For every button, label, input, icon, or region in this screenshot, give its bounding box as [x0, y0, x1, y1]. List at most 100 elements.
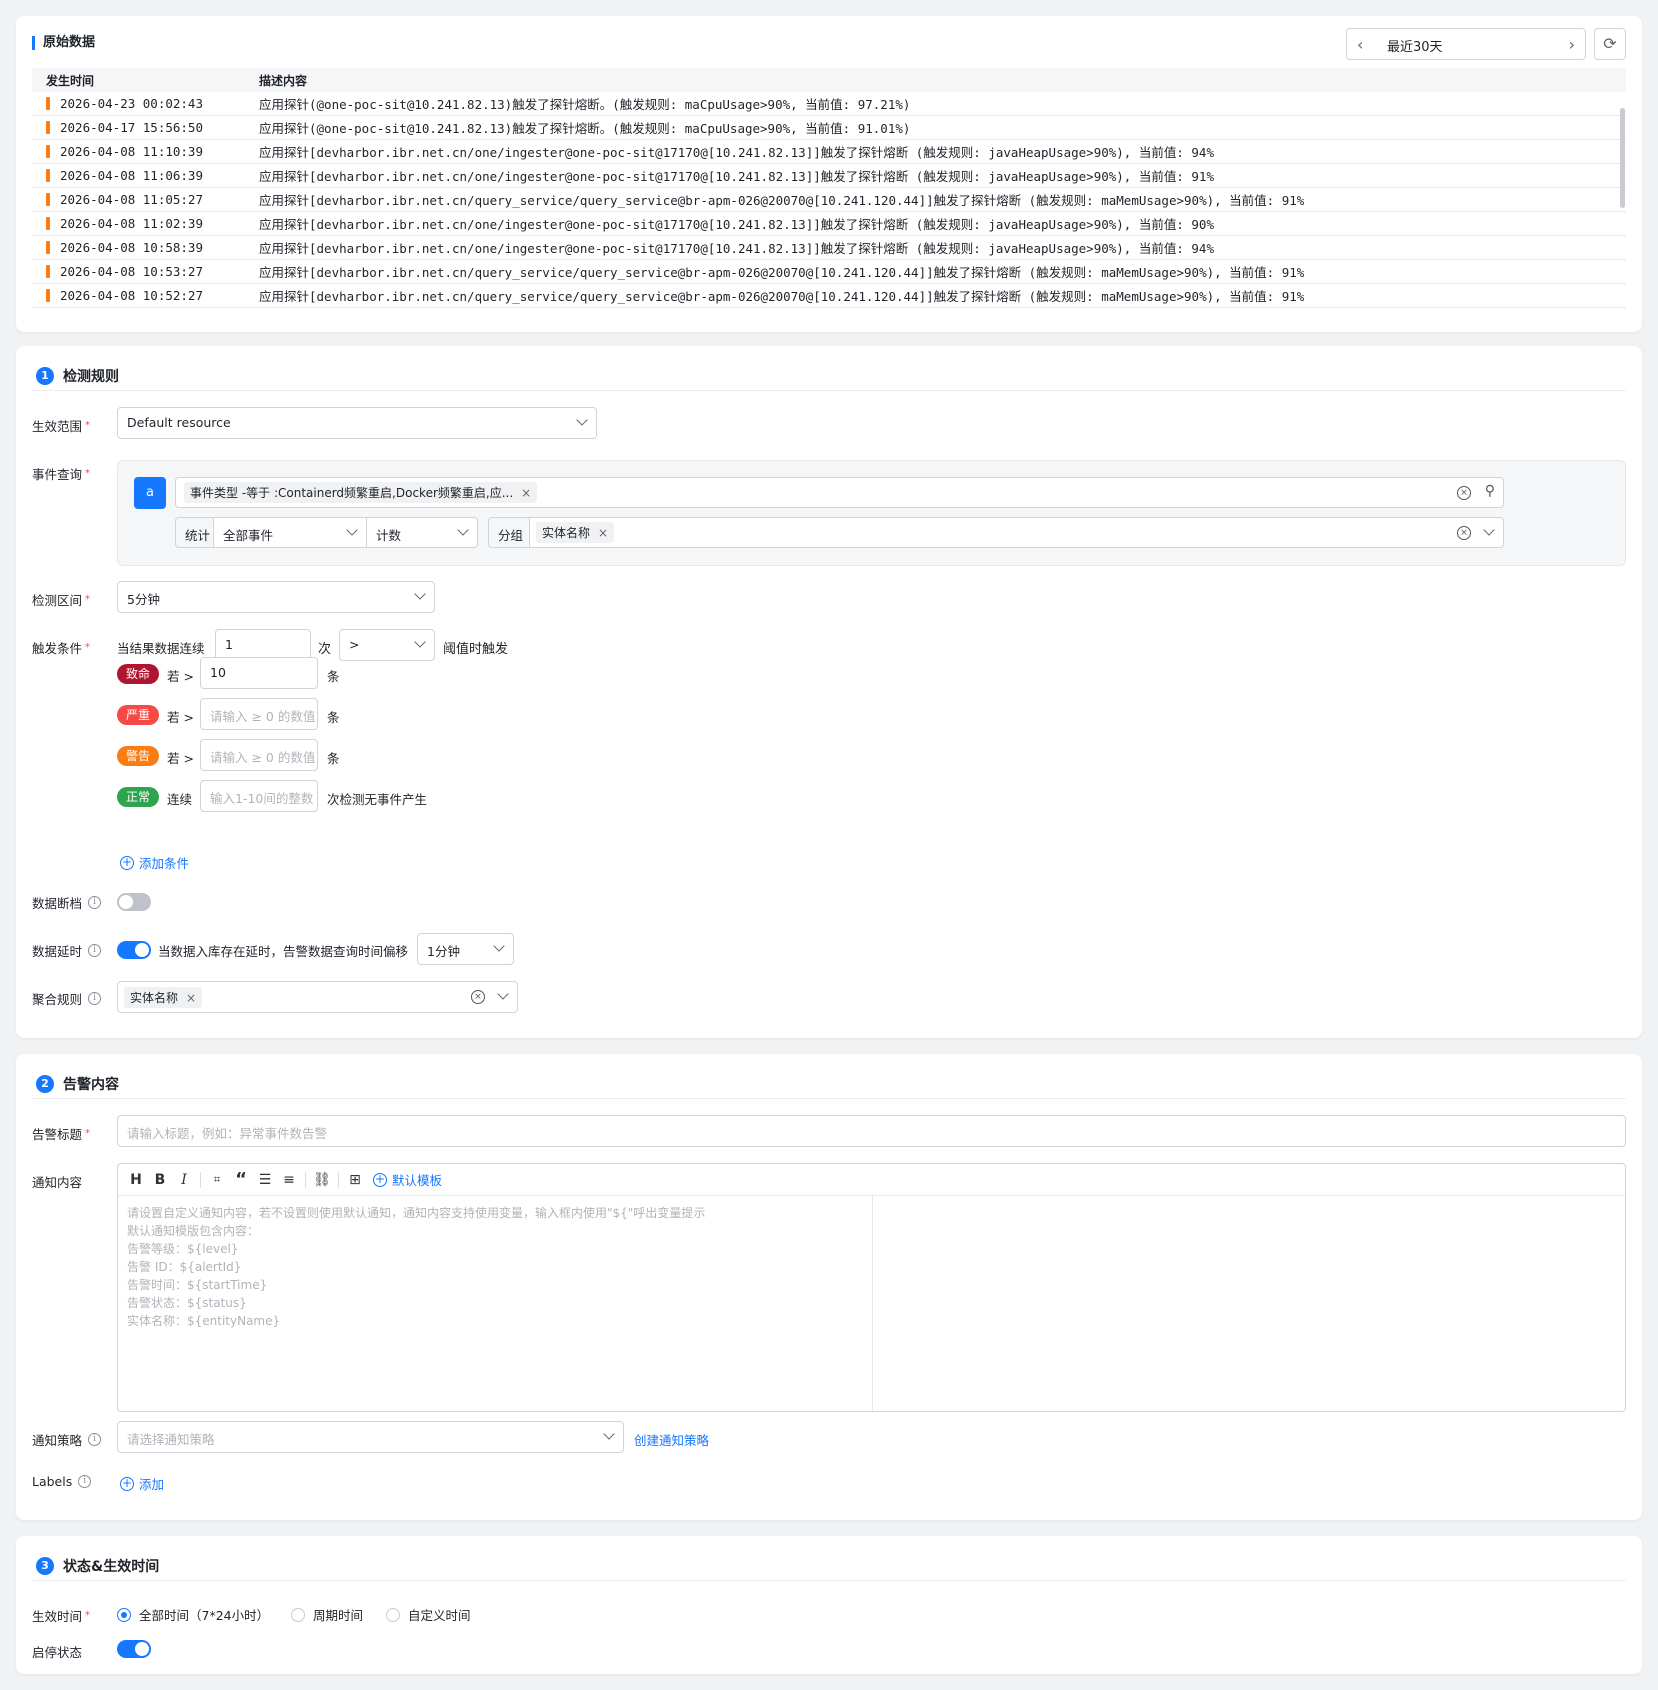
remove-tag-icon[interactable]: ×: [521, 486, 531, 500]
time-value: 2026-04-08 11:06:39: [60, 168, 203, 183]
default-template-button[interactable]: + 默认模板: [373, 1170, 442, 1189]
search-icon[interactable]: ⚲: [1485, 483, 1495, 499]
row-marker: [46, 193, 50, 206]
gap-toggle[interactable]: [117, 893, 151, 911]
query-letter[interactable]: a: [134, 477, 166, 509]
chevron-down-icon: [414, 588, 426, 600]
scope-value: Default resource: [127, 415, 231, 430]
time-value: 2026-04-08 10:53:27: [60, 264, 203, 279]
interval-select[interactable]: 5分钟: [117, 581, 435, 613]
chevron-right-icon[interactable]: ›: [1569, 35, 1575, 54]
radio-icon[interactable]: [291, 1607, 305, 1622]
trigger-suffix: 阈值时触发: [443, 642, 509, 657]
alert-title-input[interactable]: 请输入标题，例如：异常事件数告警: [117, 1115, 1626, 1147]
table-row[interactable]: 2026-04-17 15:56:50 应用探针(@one-poc-sit@10.…: [32, 116, 1626, 140]
table-row[interactable]: 2026-04-08 11:10:39 应用探针[devharbor.ibr.ne…: [32, 140, 1626, 164]
chevron-down-icon: [497, 988, 509, 1000]
severity-condition: 若 >: [167, 669, 194, 684]
effective-time-option[interactable]: 周期时间: [291, 1605, 363, 1624]
policy-select[interactable]: 请选择通知策略: [117, 1421, 624, 1453]
effective-time-option[interactable]: 全部时间（7*24小时）: [117, 1605, 269, 1624]
delay-select[interactable]: 1分钟: [417, 933, 514, 965]
divider: [32, 1098, 1626, 1099]
severity-condition: 若 >: [167, 751, 194, 766]
query-filter-input[interactable]: 事件类型 -等于 :Containerd频繁重启,Docker频繁重启,应...…: [175, 477, 1504, 508]
chevron-down-icon: [346, 524, 358, 536]
notify-editor[interactable]: H B I ⌗ “ ☰ ≡ ⛓ ⊞ + 默认模板 请设置自定义通知内容，若不设置则…: [117, 1163, 1626, 1412]
scope-select[interactable]: Default resource: [117, 407, 597, 439]
step-number: 1: [36, 367, 54, 385]
refresh-icon[interactable]: ⟳: [1594, 28, 1626, 60]
clear-icon[interactable]: ×: [471, 990, 485, 1004]
table-icon[interactable]: ⊞: [343, 1172, 367, 1188]
plus-circle-icon: +: [120, 854, 134, 870]
code-icon[interactable]: ⌗: [205, 1173, 229, 1187]
create-policy-link[interactable]: 创建通知策略: [634, 1430, 709, 1449]
column-header-time: 发生时间: [46, 73, 95, 88]
enable-toggle[interactable]: [117, 1640, 151, 1658]
clear-icon[interactable]: ×: [1457, 526, 1471, 540]
time-value: 2026-04-23 00:02:43: [60, 96, 203, 111]
radio-icon[interactable]: [117, 1607, 131, 1622]
delay-label: 数据延时 i: [32, 941, 102, 960]
delay-toggle[interactable]: [117, 941, 151, 959]
bold-icon[interactable]: B: [148, 1172, 172, 1188]
time-range-picker[interactable]: ‹ 最近30天 ›: [1346, 28, 1586, 60]
severity-badge: 致命: [117, 664, 160, 684]
row-marker: [46, 289, 50, 302]
quote-icon[interactable]: “: [229, 1169, 253, 1190]
group-select[interactable]: 实体名称 × ×: [529, 517, 1504, 548]
placeholder-line: 请设置自定义通知内容，若不设置则使用默认通知，通知内容支持使用变量，输入框内使用…: [127, 1206, 706, 1220]
group-tag: 实体名称 ×: [536, 522, 615, 543]
table-row[interactable]: 2026-04-08 11:05:27 应用探针[devharbor.ibr.ne…: [32, 188, 1626, 212]
severity-threshold-input[interactable]: 请输入 ≥ 0 的数值: [200, 698, 318, 730]
heading-icon[interactable]: H: [124, 1172, 148, 1188]
clear-icon[interactable]: ×: [1457, 486, 1471, 500]
editor-split: [872, 1196, 873, 1411]
time-value: 2026-04-08 11:05:27: [60, 192, 203, 207]
desc-cell: 应用探针[devharbor.ibr.net.cn/query_service/…: [259, 193, 1305, 208]
editor-toolbar: H B I ⌗ “ ☰ ≡ ⛓ ⊞ + 默认模板: [118, 1164, 1625, 1196]
table-row[interactable]: 2026-04-08 11:06:39 应用探针[devharbor.ibr.ne…: [32, 164, 1626, 188]
table-scrollbar[interactable]: [1620, 108, 1625, 208]
stat-label-box: 统计: [175, 517, 214, 548]
interval-label: 检测区间 *: [32, 593, 91, 608]
bullet-list-icon[interactable]: ☰: [253, 1172, 277, 1188]
row-marker: [46, 121, 50, 134]
severity-threshold-input[interactable]: 输入1-10间的整数: [200, 780, 318, 812]
ordered-list-icon[interactable]: ≡: [277, 1172, 301, 1188]
section-header-rule: 1 检测规则: [36, 366, 119, 386]
editor-placeholder: 请设置自定义通知内容，若不设置则使用默认通知，通知内容支持使用变量，输入框内使用…: [127, 1204, 705, 1330]
table-row[interactable]: 2026-04-23 00:02:43 应用探针(@one-poc-sit@10.…: [32, 92, 1626, 116]
chevron-left-icon[interactable]: ‹: [1357, 35, 1363, 54]
remove-tag-icon[interactable]: ×: [598, 526, 608, 540]
italic-icon[interactable]: I: [172, 1172, 196, 1188]
link-icon[interactable]: ⛓: [310, 1172, 334, 1188]
radio-icon[interactable]: [386, 1607, 400, 1622]
chevron-down-icon: [1483, 524, 1495, 536]
placeholder-line: 告警时间：${startTime}: [127, 1278, 268, 1292]
add-condition-link[interactable]: + 添加条件: [120, 853, 189, 872]
step-number: 2: [36, 1075, 54, 1093]
column-header-desc: 描述内容: [259, 73, 308, 88]
trigger-op-select[interactable]: >: [339, 629, 435, 661]
desc-cell: 应用探针[devharbor.ibr.net.cn/query_service/…: [259, 265, 1305, 280]
placeholder-line: 告警状态：${status}: [127, 1296, 247, 1310]
remove-tag-icon[interactable]: ×: [186, 991, 196, 1005]
desc-cell: 应用探针[devharbor.ibr.net.cn/one/ingester@o…: [259, 217, 1214, 232]
effective-time-option[interactable]: 自定义时间: [386, 1605, 471, 1624]
radio-label: 周期时间: [313, 1608, 364, 1623]
severity-threshold-input[interactable]: 10: [200, 657, 318, 689]
add-label-link[interactable]: + 添加: [120, 1474, 164, 1493]
time-cell: 2026-04-08 11:10:39: [32, 144, 259, 159]
table-row[interactable]: 2026-04-08 10:58:39 应用探针[devharbor.ibr.ne…: [32, 236, 1626, 260]
table-row[interactable]: 2026-04-08 11:02:39 应用探针[devharbor.ibr.ne…: [32, 212, 1626, 236]
table-row[interactable]: 2026-04-08 10:52:27 应用探针[devharbor.ibr.ne…: [32, 284, 1626, 308]
desc-cell: 应用探针(@one-poc-sit@10.241.82.13)触发了探针熔断。(…: [259, 121, 911, 136]
raw-data-card: 原始数据 ‹ 最近30天 › ⟳ 发生时间 描述内容 2026-04-23 00…: [16, 16, 1642, 332]
table-row[interactable]: 2026-04-08 10:53:27 应用探针[devharbor.ibr.ne…: [32, 260, 1626, 284]
agg-select[interactable]: 计数: [366, 517, 478, 548]
aggregate-select[interactable]: 实体名称 × ×: [117, 981, 518, 1013]
stat-select[interactable]: 全部事件: [213, 517, 367, 548]
severity-threshold-input[interactable]: 请输入 ≥ 0 的数值: [200, 739, 318, 771]
